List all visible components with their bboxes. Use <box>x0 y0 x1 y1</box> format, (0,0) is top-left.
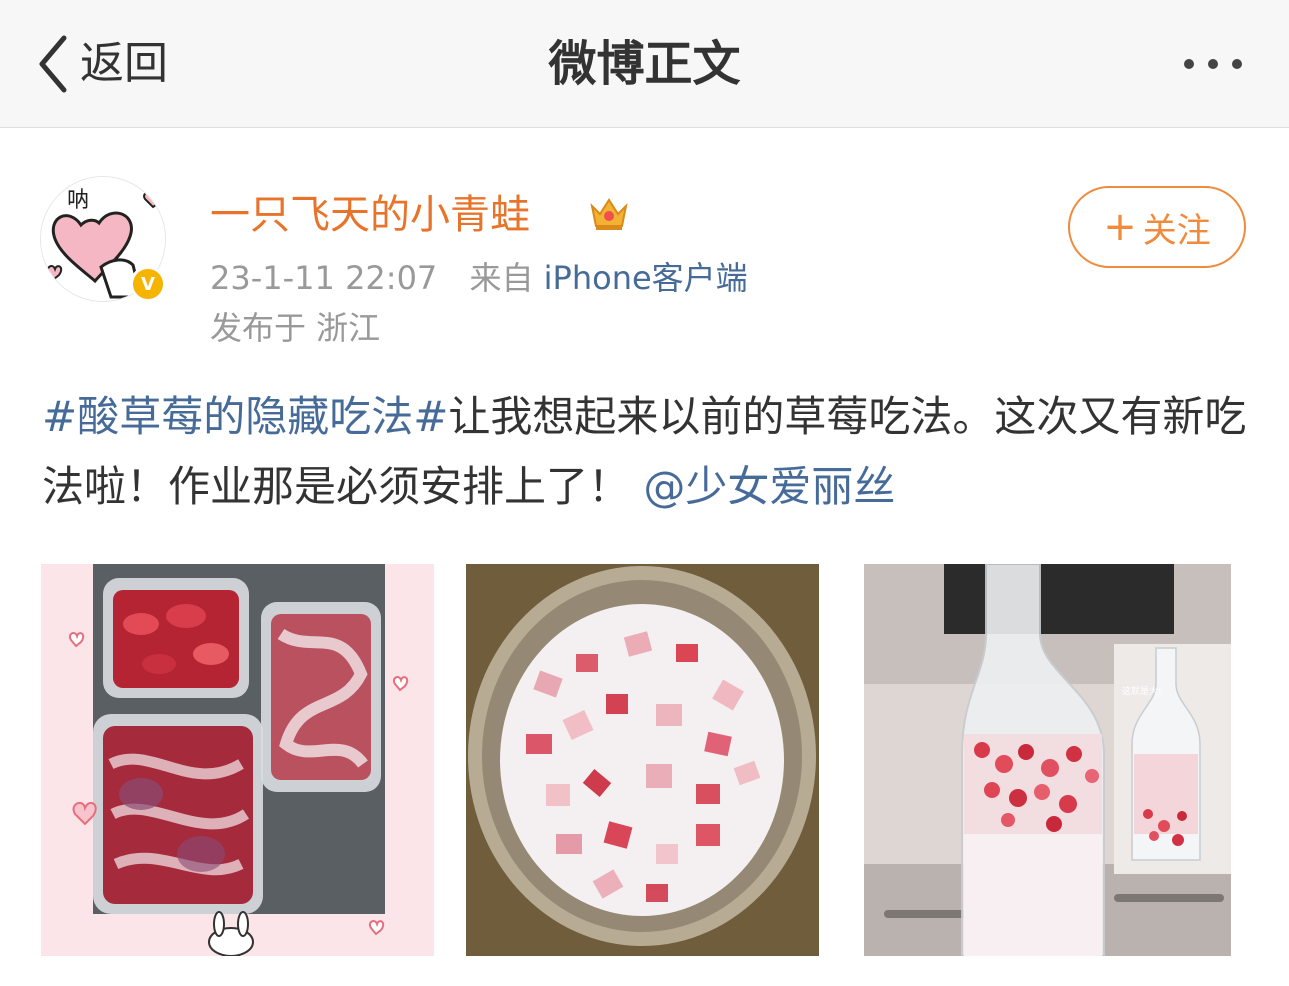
photo-1-image <box>41 564 434 956</box>
photo-3-overlay-text: 这就是大! <box>1122 685 1162 697</box>
username[interactable]: 一只飞天的小青蛙 <box>210 188 530 242</box>
verified-badge: V <box>130 266 166 302</box>
post-text: #酸草莓的隐藏吃法#让我想起来以前的草莓吃法。这次又有新吃法啦！作业那是必须安排… <box>42 382 1252 522</box>
post-time: 23-1-11 22:07 <box>210 259 438 297</box>
plus-icon: + <box>1103 204 1137 250</box>
post-photo-3[interactable]: 这就是大! <box>864 564 1231 956</box>
more-dots-icon <box>1232 59 1242 69</box>
post-photo-1[interactable] <box>41 564 434 956</box>
post-meta: 23-1-11 22:07 来自 iPhone客户端 <box>210 256 748 300</box>
photo-3-image: 这就是大! <box>864 564 1231 956</box>
follow-label: 关注 <box>1142 210 1211 251</box>
topic-link[interactable]: #酸草莓的隐藏吃法# <box>42 392 448 441</box>
source-prefix: 来自 <box>469 259 534 297</box>
more-button[interactable] <box>1168 44 1258 84</box>
navbar: 返回 微博正文 <box>0 0 1289 128</box>
more-dots-icon <box>1184 59 1194 69</box>
post-photo-2[interactable] <box>466 564 819 956</box>
mention-link[interactable]: @少女爱丽丝 <box>643 462 895 511</box>
photo-2-image <box>466 564 819 956</box>
source-client[interactable]: iPhone客户端 <box>544 259 748 297</box>
post-location: 发布于 浙江 <box>210 309 381 347</box>
crown-icon <box>590 198 628 230</box>
more-dots-icon <box>1208 59 1218 69</box>
avatar-text: 呐 <box>67 188 89 213</box>
page-title: 微博正文 <box>548 36 741 92</box>
follow-button[interactable]: + 关注 <box>1068 186 1246 268</box>
